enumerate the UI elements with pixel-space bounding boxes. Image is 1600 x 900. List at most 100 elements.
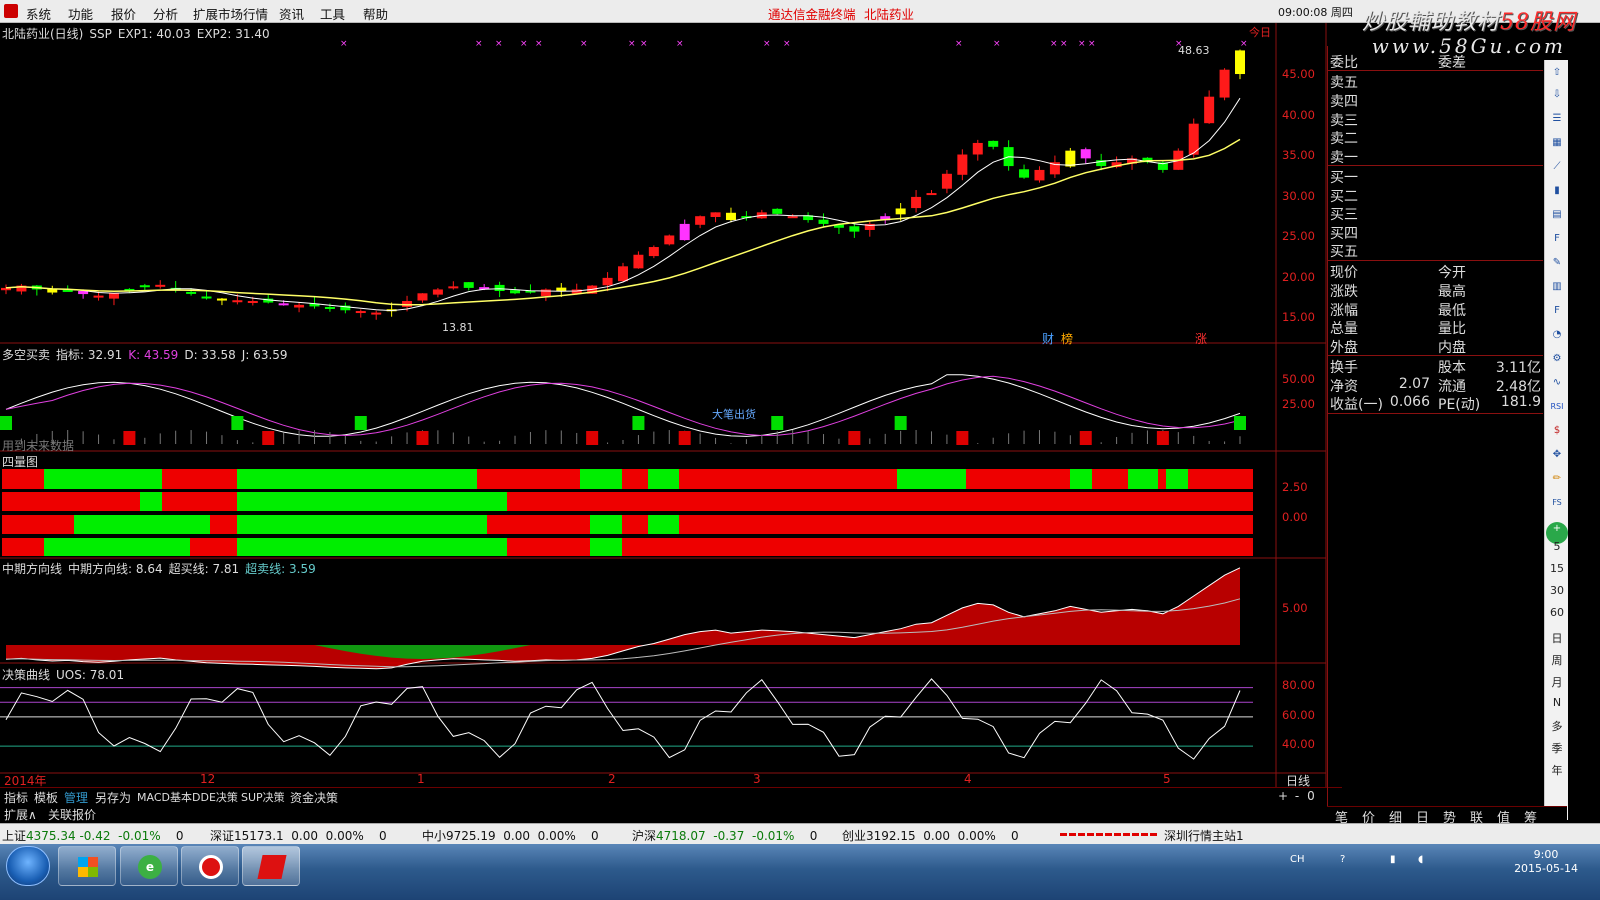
tf-year[interactable]: 年 <box>1545 762 1569 778</box>
zoom-in-button[interactable]: + <box>1276 789 1290 803</box>
menu-function[interactable]: 功能 <box>68 4 93 23</box>
note-icon[interactable]: ✎ <box>1550 256 1564 270</box>
up-arrow-icon[interactable]: ⇧ <box>1550 66 1564 80</box>
index-zx[interactable]: 中小9725.19 0.00 0.00% 0 <box>422 827 599 844</box>
tab-macd[interactable]: MACD基本 <box>137 789 192 805</box>
menu-system[interactable]: 系统 <box>26 4 51 23</box>
down-arrow-icon[interactable]: ⇩ <box>1550 88 1564 102</box>
tf-5[interactable]: 5 <box>1545 540 1569 553</box>
fs-icon[interactable]: FS <box>1550 496 1564 510</box>
zoom-reset-button[interactable]: 0 <box>1304 789 1318 803</box>
money-icon[interactable]: $ <box>1550 424 1564 438</box>
tf-15[interactable]: 15 <box>1545 562 1569 575</box>
four-volume-segment <box>590 538 622 556</box>
watermark-text-b: 58股网 <box>1500 10 1576 35</box>
tf-60[interactable]: 60 <box>1545 606 1569 619</box>
start-button-icon[interactable] <box>6 846 50 886</box>
pencil-icon[interactable]: ✏ <box>1550 472 1564 486</box>
open-label: 今开 <box>1438 265 1466 281</box>
menu-tools[interactable]: 工具 <box>320 4 345 23</box>
tray-clock[interactable]: 9:00 2015-05-14 <box>1514 848 1578 876</box>
tool-strip: ⇧ ⇩ ☰ ▦ ⟋ ▮ ▤ F ✎ ▥ F ◔ ⚙ ∿ RSI $ ✥ ✏ FS… <box>1544 60 1568 820</box>
mid-l3: 超卖线: 3.59 <box>245 562 316 576</box>
index-cy[interactable]: 创业3192.15 0.00 0.00% 0 <box>842 827 1019 844</box>
taskbar-tdx-icon[interactable] <box>242 846 300 886</box>
help-icon[interactable]: ? <box>1340 854 1352 866</box>
tf-month[interactable]: 月 <box>1545 674 1569 690</box>
sell2-label: 卖二 <box>1330 131 1358 147</box>
time-label: 3 <box>753 772 761 786</box>
tf-day[interactable]: 日 <box>1545 630 1569 646</box>
settings-icon[interactable]: ⚙ <box>1550 352 1564 366</box>
candle-icon[interactable]: ▮ <box>1550 184 1564 198</box>
wb-label: 委比 <box>1330 55 1358 71</box>
stock-name-label: 北陆药业(日线) <box>2 27 84 41</box>
four-volume-segment <box>487 515 590 534</box>
tab-fund[interactable]: 资金决策 <box>290 789 338 806</box>
chart-area[interactable]: × × × × × × × × × × × × × × × × × × × <box>0 23 1327 788</box>
today-tag: 今日 <box>1249 26 1271 39</box>
taskbar-app-tiles-icon[interactable] <box>58 846 116 886</box>
quote-side-tabs: 笔 价 细 日 势 联 值 筹 <box>1327 806 1567 826</box>
event-tag-rank[interactable]: 榜 <box>1061 330 1073 347</box>
volume-icon[interactable]: ◖ <box>1418 854 1430 866</box>
tab-extend[interactable]: 扩展∧ <box>4 806 37 823</box>
list-icon[interactable]: ☰ <box>1550 112 1564 126</box>
zoom-out-button[interactable]: - <box>1290 789 1304 803</box>
lang-indicator[interactable]: CH <box>1290 854 1310 866</box>
tab-manage[interactable]: 管理 <box>64 789 88 806</box>
table-icon[interactable]: ▤ <box>1550 208 1564 222</box>
candle-body <box>556 287 567 291</box>
tf-multi[interactable]: 多 <box>1545 718 1569 734</box>
vol-ratio-label: 量比 <box>1438 321 1466 337</box>
network-icon[interactable]: ▮ <box>1390 854 1402 866</box>
four-volume-segment <box>2 515 74 534</box>
taskbar-ie-icon[interactable]: e <box>120 846 178 886</box>
four-volume-segment <box>580 469 622 489</box>
fund-icon[interactable]: F <box>1550 304 1564 318</box>
event-tag-finance[interactable]: 财 <box>1042 330 1054 347</box>
grid-icon[interactable]: ▦ <box>1550 136 1564 150</box>
menu-news[interactable]: 资讯 <box>279 4 304 23</box>
menu-bar: 系统 功能 报价 分析 扩展市场行情 资讯 工具 帮助 通达信金融终端 北陆药业… <box>0 0 1600 23</box>
menu-quote[interactable]: 报价 <box>111 4 136 23</box>
tab-template[interactable]: 模板 <box>34 789 58 806</box>
indicator-name: SSP <box>89 27 112 41</box>
server-station[interactable]: 深圳行情主站1 <box>1164 827 1244 844</box>
menu-analysis[interactable]: 分析 <box>153 4 178 23</box>
candle-body <box>216 298 227 301</box>
time-label: 4 <box>964 772 972 786</box>
event-marker: × <box>783 39 791 49</box>
tab-sup[interactable]: SUP决策 <box>241 789 285 805</box>
four-volume-segment <box>507 538 590 556</box>
chart-icon[interactable]: ▥ <box>1550 280 1564 294</box>
index-sz[interactable]: 深证15173.1 0.00 0.00% 0 <box>210 827 387 844</box>
tf-30[interactable]: 30 <box>1545 584 1569 597</box>
tab-dde[interactable]: DDE决策 <box>192 789 238 805</box>
line-chart-icon[interactable]: ⟋ <box>1550 160 1564 174</box>
menu-help[interactable]: 帮助 <box>363 4 388 23</box>
menu-ext-market[interactable]: 扩展市场行情 <box>193 4 268 23</box>
wave-icon[interactable]: ∿ <box>1550 376 1564 390</box>
tf-season[interactable]: 季 <box>1545 740 1569 756</box>
tab-save-as[interactable]: 另存为 <box>95 789 131 806</box>
f10-icon[interactable]: F <box>1550 232 1564 246</box>
index-sh[interactable]: 上证4375.34 -0.42 -0.01% 0 <box>2 827 184 844</box>
event-marker: × <box>1240 39 1248 49</box>
taskbar-trading-icon[interactable] <box>181 846 239 886</box>
tab-indicator[interactable]: 指标 <box>4 789 28 806</box>
four-volume-segment <box>74 515 210 534</box>
index-hs[interactable]: 沪深4718.07 -0.37 -0.01% 0 <box>632 827 817 844</box>
move-icon[interactable]: ✥ <box>1550 448 1564 462</box>
event-tag-limit[interactable]: 涨 <box>1195 330 1207 347</box>
kdj-j: J: 63.59 <box>241 348 288 362</box>
gauge-icon[interactable]: ◔ <box>1550 328 1564 342</box>
event-marker: × <box>340 39 348 49</box>
rsi-icon[interactable]: RSI <box>1550 400 1564 414</box>
candle-body <box>432 289 443 295</box>
candle-body <box>1219 69 1230 98</box>
four-volume-segment <box>679 469 897 489</box>
tab-related-quote[interactable]: 关联报价 <box>48 806 96 823</box>
tf-n[interactable]: N <box>1545 696 1569 709</box>
tf-week[interactable]: 周 <box>1545 652 1569 668</box>
